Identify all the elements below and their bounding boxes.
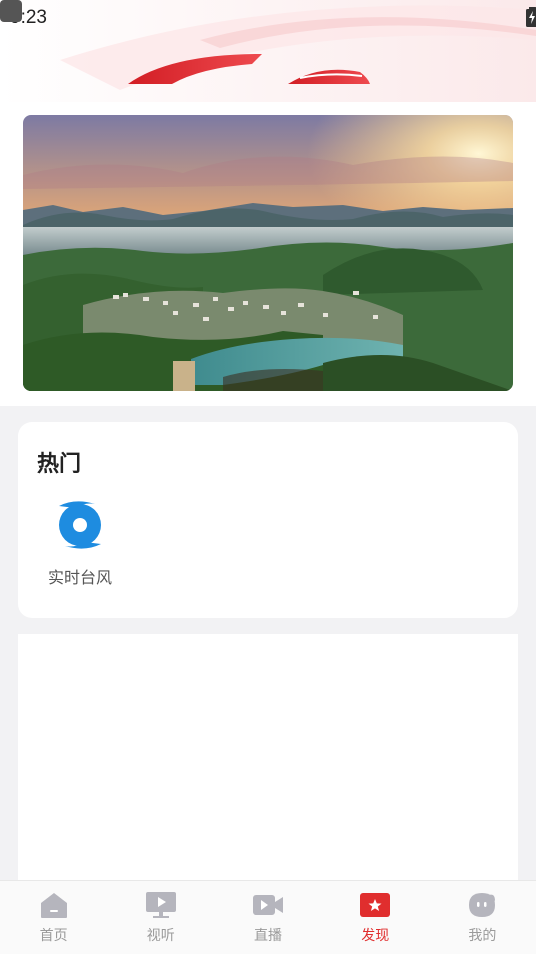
tab-profile[interactable]: 我的 (429, 881, 536, 954)
video-icon (145, 892, 176, 918)
content-card (18, 634, 518, 884)
discover-star-icon (360, 893, 391, 917)
home-icon (40, 893, 67, 918)
discover-screen: 9:23 A (0, 0, 536, 954)
tab-live[interactable]: 直播 (214, 881, 321, 954)
hot-section-title: 热门 (37, 452, 82, 477)
hot-item-typhoon[interactable]: 实时台风 (40, 498, 120, 588)
tab-video[interactable]: 视听 (107, 881, 214, 954)
header-decoration: 9:23 A (0, 0, 536, 102)
tab-label-profile: 我的 (468, 928, 497, 944)
status-bar: 9:23 A (0, 0, 536, 36)
typhoon-icon (59, 501, 101, 549)
live-camera-icon (253, 895, 283, 915)
tab-home[interactable]: 首页 (0, 881, 107, 954)
banner-section (0, 102, 536, 406)
battery-icon (526, 7, 536, 27)
tab-label-discover: 发现 (361, 928, 390, 944)
app-square-icon (0, 0, 22, 22)
tab-discover[interactable]: 发现 (322, 881, 429, 954)
profile-icon (469, 893, 496, 917)
banner-image[interactable] (23, 115, 513, 391)
tab-label-home: 首页 (39, 928, 68, 944)
tab-label-video: 视听 (146, 928, 175, 944)
hot-section-card: 热门 实时台风 (18, 422, 518, 618)
tab-label-live: 直播 (254, 928, 282, 944)
hot-item-label: 实时台风 (47, 568, 112, 587)
bottom-tab-bar: 首页 视听 直播 发现 我的 (0, 880, 536, 954)
